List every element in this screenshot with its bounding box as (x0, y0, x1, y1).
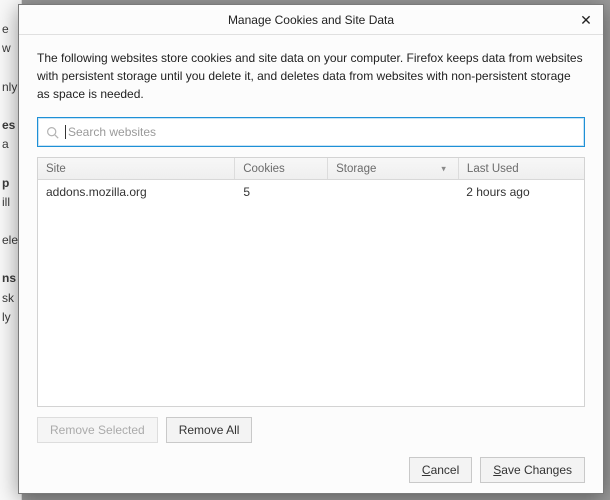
search-icon (46, 126, 59, 139)
save-changes-button[interactable]: Save Changes (480, 457, 585, 483)
cell-cookies: 5 (235, 185, 327, 199)
column-header-cookies-label: Cookies (243, 163, 285, 175)
footer-left: Remove Selected Remove All (37, 417, 585, 443)
search-field-wrap[interactable] (37, 117, 585, 147)
manage-cookies-dialog: Manage Cookies and Site Data ✕ The follo… (18, 4, 604, 494)
cell-lastused: 2 hours ago (458, 185, 584, 199)
save-mnemonic: S (493, 463, 501, 477)
column-header-lastused-label: Last Used (467, 163, 519, 175)
dialog-body: The following websites store cookies and… (19, 35, 603, 493)
close-icon: ✕ (580, 12, 592, 29)
footer-right: Cancel Save Changes (37, 457, 585, 483)
table-header-row: Site Cookies Storage ▾ Last Used (38, 158, 584, 180)
column-header-cookies[interactable]: Cookies (235, 158, 328, 179)
remove-all-button[interactable]: Remove All (166, 417, 253, 443)
column-header-storage[interactable]: Storage ▾ (328, 158, 459, 179)
text-cursor (65, 125, 66, 139)
column-header-site[interactable]: Site (38, 158, 235, 179)
titlebar: Manage Cookies and Site Data ✕ (19, 5, 603, 35)
close-button[interactable]: ✕ (575, 9, 597, 31)
search-input[interactable] (68, 125, 576, 139)
sites-table: Site Cookies Storage ▾ Last Used addons.m… (37, 157, 585, 407)
chevron-down-icon: ▾ (441, 163, 446, 174)
column-header-storage-label: Storage (336, 163, 376, 175)
column-header-lastused[interactable]: Last Used (459, 158, 584, 179)
dialog-description: The following websites store cookies and… (37, 49, 585, 103)
remove-selected-button[interactable]: Remove Selected (37, 417, 158, 443)
column-header-site-label: Site (46, 163, 66, 175)
cancel-button[interactable]: Cancel (409, 457, 472, 483)
table-row[interactable]: addons.mozilla.org 5 2 hours ago (38, 180, 584, 204)
cancel-mnemonic: C (422, 463, 431, 477)
cell-site: addons.mozilla.org (38, 185, 235, 199)
dialog-title: Manage Cookies and Site Data (228, 13, 394, 27)
